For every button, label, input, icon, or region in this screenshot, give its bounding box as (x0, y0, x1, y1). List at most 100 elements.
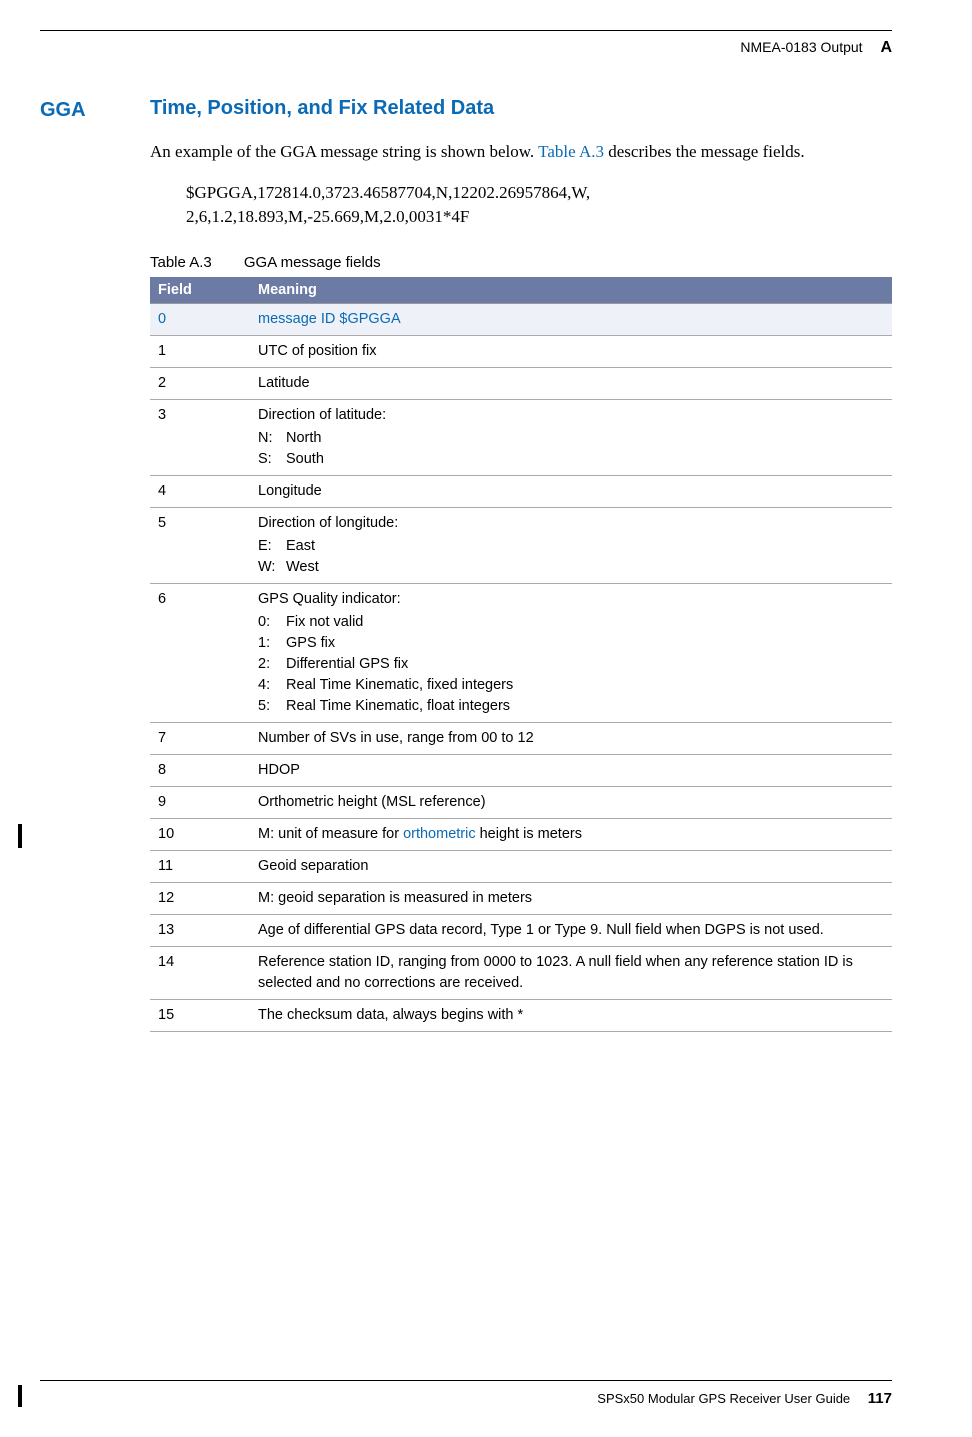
sublist-item: 1:GPS fix (258, 633, 884, 654)
running-header: NMEA-0183 Output A (40, 39, 892, 57)
cell-meaning: message ID $GPGGA (250, 303, 892, 335)
intro-text-pre: An example of the GGA message string is … (150, 142, 538, 161)
table-row: 7Number of SVs in use, range from 00 to … (150, 723, 892, 755)
cell-meaning: Geoid separation (250, 851, 892, 883)
cell-field: 8 (150, 755, 250, 787)
header-rule (40, 30, 892, 31)
meaning-text: The checksum data, always begins with * (258, 1005, 884, 1026)
meaning-text: M: geoid separation is measured in meter… (258, 888, 884, 909)
meaning-text: Direction of longitude: (258, 513, 884, 534)
cell-meaning: Direction of latitude:N:NorthS:South (250, 399, 892, 475)
cell-meaning: Orthometric height (MSL reference) (250, 787, 892, 819)
cell-meaning: Longitude (250, 476, 892, 508)
sublist-value: Real Time Kinematic, fixed integers (286, 675, 513, 696)
table-row: 5 Direction of longitude:E:EastW:West (150, 508, 892, 584)
meaning-sublist: 0:Fix not valid1:GPS fix2:Differential G… (258, 612, 884, 717)
sublist-key: W: (258, 557, 286, 578)
sublist-key: S: (258, 449, 286, 470)
meaning-text: Direction of latitude: (258, 405, 884, 426)
sublist-item: N:North (258, 428, 884, 449)
meaning-text: Longitude (258, 481, 884, 502)
meaning-text: Reference station ID, ranging from 0000 … (258, 952, 884, 994)
table-caption: Table A.3 GGA message fields (150, 254, 892, 271)
table-caption-title: GGA message fields (244, 254, 381, 271)
section-tag: GGA (40, 97, 150, 122)
header-section-label: NMEA-0183 Output (740, 39, 862, 55)
table-row: 6GPS Quality indicator:0:Fix not valid1:… (150, 584, 892, 723)
meaning-text: message ID $GPGGA (258, 309, 884, 330)
cell-meaning: Latitude (250, 367, 892, 399)
col-header-meaning: Meaning (250, 277, 892, 304)
table-row: 0message ID $GPGGA (150, 303, 892, 335)
sublist-item: 5:Real Time Kinematic, float integers (258, 696, 884, 717)
table-row: 8 HDOP (150, 755, 892, 787)
glossary-link[interactable]: orthometric (403, 826, 476, 842)
example-block: $GPGGA,172814.0,3723.46587704,N,12202.26… (186, 181, 892, 230)
table-row: 10M: unit of measure for orthometric hei… (150, 819, 892, 851)
cell-meaning: M: unit of measure for orthometric heigh… (250, 819, 892, 851)
cell-field: 2 (150, 367, 250, 399)
table-row: 9 Orthometric height (MSL reference) (150, 787, 892, 819)
change-bar-icon (18, 1385, 22, 1407)
cell-field: 7 (150, 723, 250, 755)
gga-fields-table: Field Meaning 0message ID $GPGGA1 UTC of … (150, 277, 892, 1032)
table-header-row: Field Meaning (150, 277, 892, 304)
sublist-item: 0:Fix not valid (258, 612, 884, 633)
table-row: 3Direction of latitude:N:NorthS:South (150, 399, 892, 475)
table-row: 1 UTC of position fix (150, 335, 892, 367)
cell-meaning: M: geoid separation is measured in meter… (250, 883, 892, 915)
cell-field: 13 (150, 915, 250, 947)
sublist-value: Differential GPS fix (286, 654, 408, 675)
cell-meaning: Reference station ID, ranging from 0000 … (250, 947, 892, 1000)
sublist-key: 2: (258, 654, 286, 675)
sublist-key: 5: (258, 696, 286, 717)
meaning-sublist: N:NorthS:South (258, 428, 884, 470)
meaning-text: GPS Quality indicator: (258, 589, 884, 610)
table-ref-link[interactable]: Table A.3 (538, 142, 604, 161)
cell-meaning: The checksum data, always begins with * (250, 1000, 892, 1032)
intro-text-post: describes the message fields. (604, 142, 805, 161)
cell-meaning: HDOP (250, 755, 892, 787)
sublist-value: Fix not valid (286, 612, 363, 633)
sublist-value: Real Time Kinematic, float integers (286, 696, 510, 717)
meaning-text: UTC of position fix (258, 341, 884, 362)
meaning-text: height is meters (476, 826, 582, 842)
header-section-letter: A (880, 39, 892, 56)
table-row: 12 M: geoid separation is measured in met… (150, 883, 892, 915)
cell-meaning: GPS Quality indicator:0:Fix not valid1:G… (250, 584, 892, 723)
meaning-sublist: E:EastW:West (258, 536, 884, 578)
cell-field: 12 (150, 883, 250, 915)
sublist-item: W:West (258, 557, 884, 578)
sublist-item: 4:Real Time Kinematic, fixed integers (258, 675, 884, 696)
sublist-value: South (286, 449, 324, 470)
cell-field: 1 (150, 335, 250, 367)
meaning-text: HDOP (258, 760, 884, 781)
meaning-text: Latitude (258, 373, 884, 394)
sublist-value: North (286, 428, 321, 449)
cell-field: 6 (150, 584, 250, 723)
cell-field: 14 (150, 947, 250, 1000)
table-row: 13 Age of differential GPS data record, T… (150, 915, 892, 947)
meaning-text: Geoid separation (258, 856, 884, 877)
cell-field: 15 (150, 1000, 250, 1032)
footer: SPSx50 Modular GPS Receiver User Guide 1… (597, 1390, 892, 1407)
change-bar-icon (18, 824, 22, 848)
meaning-text: Age of differential GPS data record, Typ… (258, 920, 884, 941)
sublist-item: S:South (258, 449, 884, 470)
sublist-key: 4: (258, 675, 286, 696)
footer-rule (40, 1380, 892, 1381)
cell-field: 5 (150, 508, 250, 584)
table-row: 15 The checksum data, always begins with … (150, 1000, 892, 1032)
col-header-field: Field (150, 277, 250, 304)
cell-field: 9 (150, 787, 250, 819)
sublist-key: E: (258, 536, 286, 557)
section-title: Time, Position, and Fix Related Data (150, 97, 494, 122)
example-line-2: 2,6,1.2,18.893,M,-25.669,M,2.0,0031*4F (186, 205, 892, 230)
table-row: 11 Geoid separation (150, 851, 892, 883)
table-row: 4Longitude (150, 476, 892, 508)
cell-field: 11 (150, 851, 250, 883)
footer-guide-title: SPSx50 Modular GPS Receiver User Guide (597, 1391, 850, 1406)
table-row: 2 Latitude (150, 367, 892, 399)
meaning-text: Orthometric height (MSL reference) (258, 792, 884, 813)
sublist-value: West (286, 557, 319, 578)
